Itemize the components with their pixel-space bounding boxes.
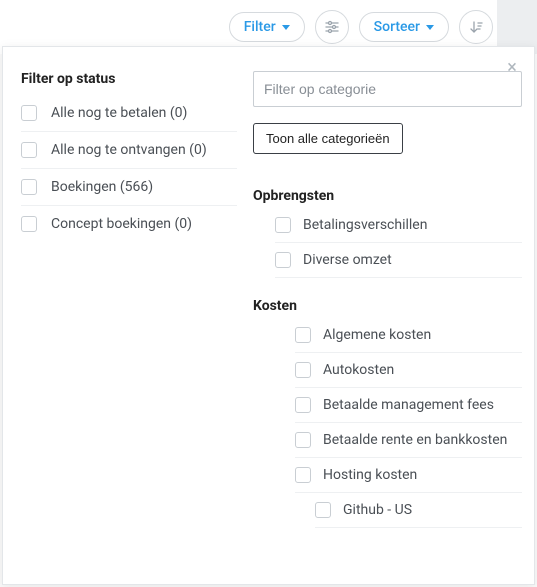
checkbox[interactable] bbox=[21, 105, 37, 121]
category-filter-input[interactable] bbox=[253, 71, 522, 107]
filter-dropdown[interactable]: Filter bbox=[229, 12, 305, 42]
sort-icon bbox=[469, 20, 483, 34]
sort-label: Sorteer bbox=[374, 19, 420, 35]
checkbox[interactable] bbox=[295, 432, 311, 448]
filter-panel: × Filter op status Alle nog te betalen (… bbox=[2, 46, 535, 585]
category-item[interactable]: Algemene kosten bbox=[295, 318, 522, 353]
category-label: Autokosten bbox=[323, 362, 394, 378]
status-item[interactable]: Alle nog te betalen (0) bbox=[21, 95, 237, 132]
status-label: Alle nog te betalen (0) bbox=[51, 105, 187, 121]
category-label: Betalingsverschillen bbox=[303, 217, 427, 233]
settings-icon-button[interactable] bbox=[315, 10, 349, 44]
checkbox[interactable] bbox=[21, 142, 37, 158]
category-label: Algemene kosten bbox=[323, 327, 431, 343]
sliders-icon bbox=[325, 20, 339, 34]
group-title: Opbrengsten bbox=[253, 188, 522, 204]
checkbox[interactable] bbox=[295, 467, 311, 483]
checkbox[interactable] bbox=[315, 502, 331, 518]
chevron-down-icon bbox=[426, 25, 434, 30]
category-column: Toon alle categorieën Opbrengsten Betali… bbox=[245, 47, 534, 584]
sort-dropdown[interactable]: Sorteer bbox=[359, 12, 449, 42]
category-item[interactable]: Hosting kosten bbox=[295, 458, 522, 493]
status-label: Alle nog te ontvangen (0) bbox=[51, 142, 207, 158]
status-label: Boekingen (566) bbox=[51, 179, 153, 195]
checkbox[interactable] bbox=[295, 327, 311, 343]
filter-label: Filter bbox=[244, 19, 276, 35]
status-item[interactable]: Boekingen (566) bbox=[21, 169, 237, 206]
checkbox[interactable] bbox=[295, 397, 311, 413]
category-label: Diverse omzet bbox=[303, 252, 392, 268]
category-item[interactable]: Betaalde management fees bbox=[295, 388, 522, 423]
chevron-down-icon bbox=[282, 25, 290, 30]
category-list: Betalingsverschillen Diverse omzet bbox=[253, 208, 522, 278]
status-label: Concept boekingen (0) bbox=[51, 216, 192, 232]
category-label: Betaalde management fees bbox=[323, 397, 494, 413]
group-title: Kosten bbox=[253, 298, 522, 314]
revenue-group: Opbrengsten Betalingsverschillen Diverse… bbox=[253, 188, 522, 278]
checkbox[interactable] bbox=[21, 216, 37, 232]
sort-direction-button[interactable] bbox=[459, 10, 493, 44]
category-item[interactable]: Betaalde rente en bankkosten bbox=[295, 423, 522, 458]
checkbox[interactable] bbox=[275, 252, 291, 268]
category-label: Github - US bbox=[343, 502, 412, 518]
status-column: Filter op status Alle nog te betalen (0)… bbox=[3, 47, 245, 584]
category-label: Betaalde rente en bankkosten bbox=[323, 432, 507, 448]
show-all-categories-button[interactable]: Toon alle categorieën bbox=[253, 123, 403, 154]
category-item[interactable]: Autokosten bbox=[295, 353, 522, 388]
category-list: Algemene kosten Autokosten Betaalde mana… bbox=[253, 318, 522, 528]
category-label: Hosting kosten bbox=[323, 467, 417, 483]
checkbox[interactable] bbox=[275, 217, 291, 233]
costs-group: Kosten Algemene kosten Autokosten Betaal… bbox=[253, 298, 522, 528]
category-item[interactable]: Betalingsverschillen bbox=[275, 208, 522, 243]
category-item[interactable]: Github - US bbox=[315, 493, 522, 528]
checkbox[interactable] bbox=[295, 362, 311, 378]
status-item[interactable]: Concept boekingen (0) bbox=[21, 206, 237, 242]
close-button[interactable]: × bbox=[502, 57, 522, 77]
close-icon: × bbox=[507, 57, 517, 78]
category-item[interactable]: Diverse omzet bbox=[275, 243, 522, 278]
status-item[interactable]: Alle nog te ontvangen (0) bbox=[21, 132, 237, 169]
checkbox[interactable] bbox=[21, 179, 37, 195]
status-heading: Filter op status bbox=[21, 71, 237, 87]
status-list: Alle nog te betalen (0) Alle nog te ontv… bbox=[21, 95, 237, 242]
